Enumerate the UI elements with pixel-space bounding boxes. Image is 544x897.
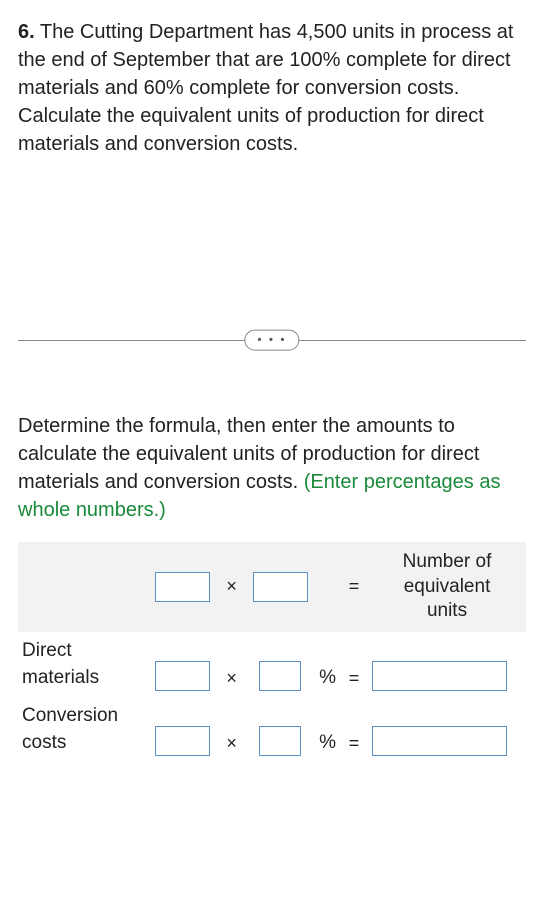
header-result-l3: units [427,600,467,621]
row-label-dm-l1: Direct [22,640,72,661]
equivalent-units-table: × = Number of equivalent units Direct ma… [18,542,526,762]
cc-equals: = [340,697,368,762]
header-result-l2: equivalent [404,576,491,597]
cc-units-input[interactable] [155,726,210,756]
cc-times: × [218,697,246,762]
header-times: × [218,542,246,632]
header-result-l1: Number of [403,551,492,572]
dm-equals: = [340,632,368,697]
header-units-input[interactable] [155,572,210,602]
header-equals: = [340,542,368,632]
header-pct-input[interactable] [253,572,308,602]
dm-times: × [218,632,246,697]
instruction-block: Determine the formula, then enter the am… [18,412,526,524]
question-text: The Cutting Department has 4,500 units i… [18,21,513,155]
table-row: Conversion costs × % = [18,697,526,762]
section-divider: • • • [18,328,526,352]
dm-percent: % [315,632,340,697]
header-pct-cell [246,542,316,632]
row-label-dm: Direct materials [18,632,148,697]
dm-result-input[interactable] [372,661,507,691]
header-result: Number of equivalent units [368,542,526,632]
table-header-row: × = Number of equivalent units [18,542,526,632]
row-label-dm-l2: materials [22,667,99,688]
header-empty-label [18,542,148,632]
header-units-cell [148,542,218,632]
cc-pct-input[interactable] [259,726,301,756]
row-label-cc-l2: costs [22,732,66,753]
row-label-cc-l1: Conversion [22,705,118,726]
dm-pct-input[interactable] [259,661,301,691]
row-label-cc: Conversion costs [18,697,148,762]
question-number: 6. [18,21,35,43]
dots-icon: • • • [257,333,286,347]
dm-units-input[interactable] [155,661,210,691]
table-row: Direct materials × % = [18,632,526,697]
cc-percent: % [315,697,340,762]
header-empty-pct [315,542,340,632]
expand-pill[interactable]: • • • [244,330,299,351]
cc-result-input[interactable] [372,726,507,756]
question-block: 6. The Cutting Department has 4,500 unit… [18,18,526,158]
